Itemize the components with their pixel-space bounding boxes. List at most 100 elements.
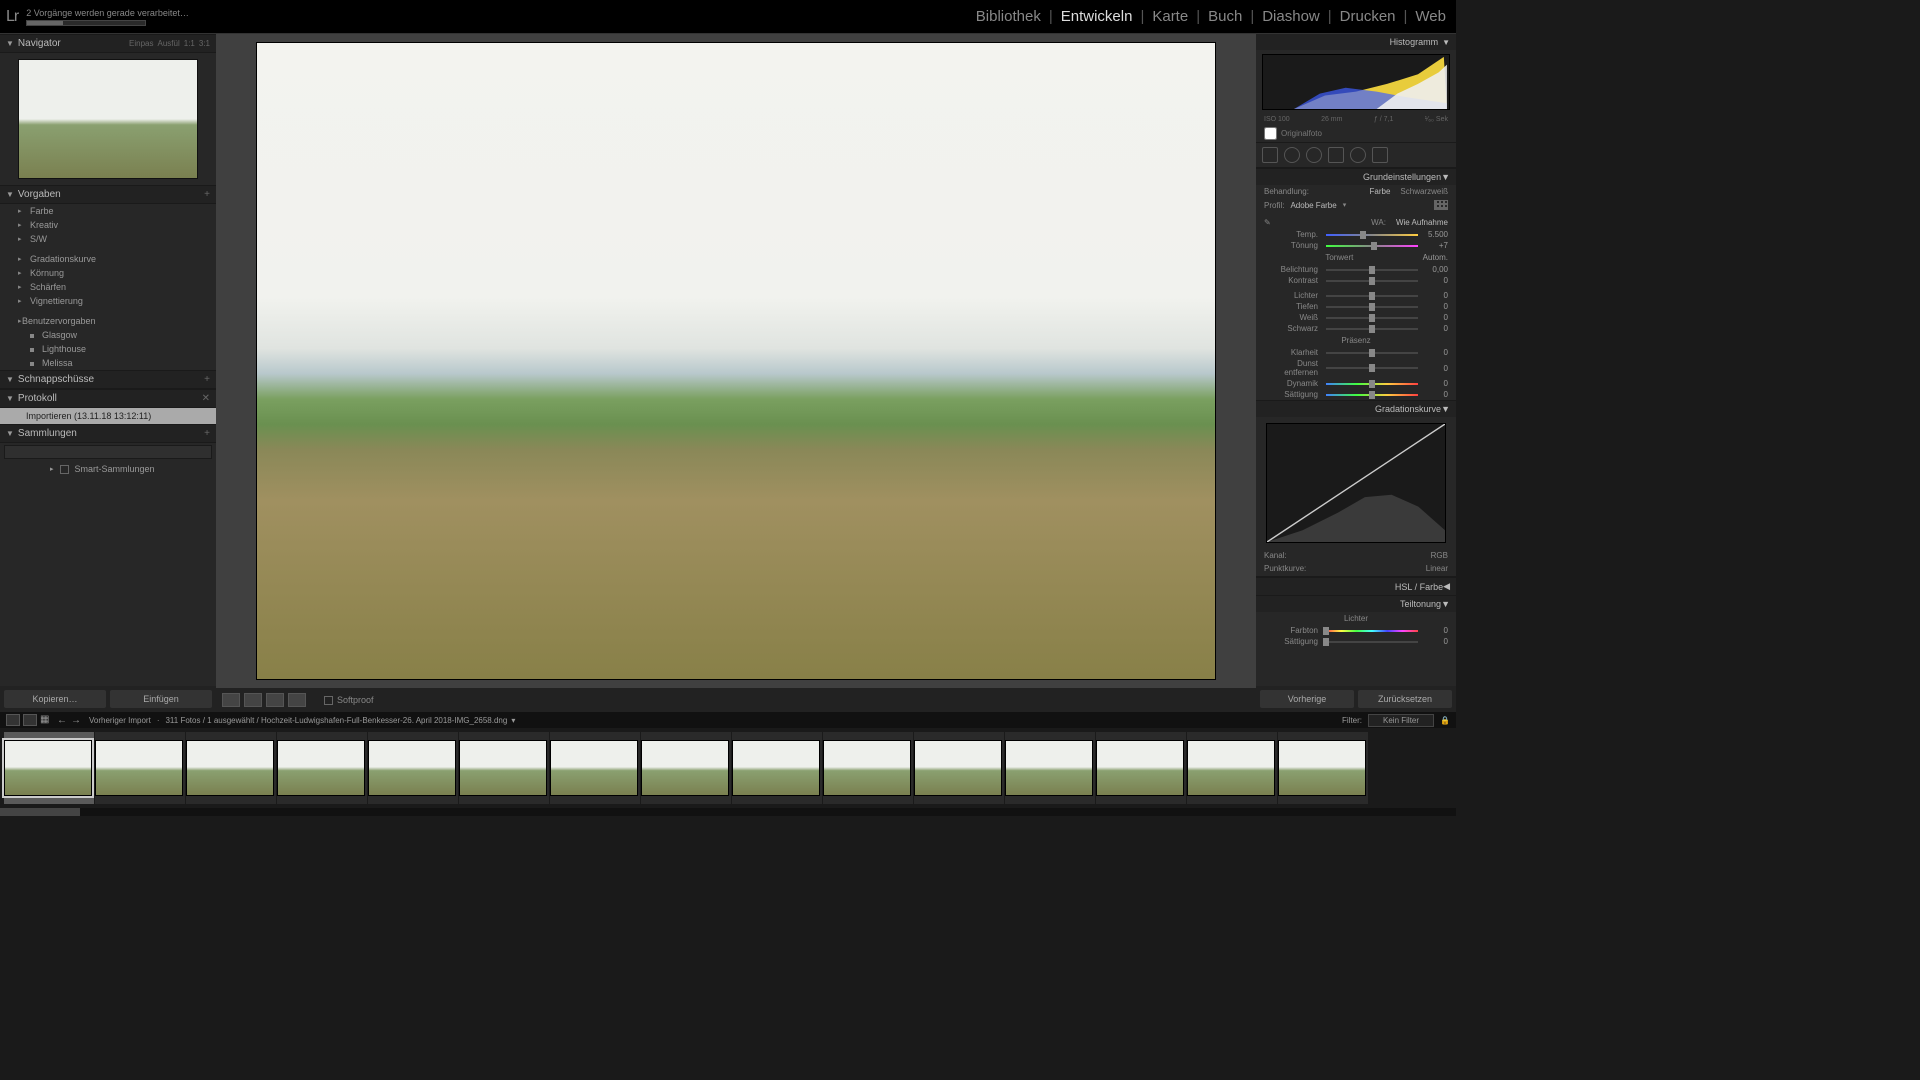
main-window-icon[interactable] — [6, 714, 20, 726]
filmstrip-thumb[interactable] — [1005, 732, 1095, 804]
preset-item[interactable]: Melissa — [0, 356, 216, 370]
preset-group[interactable]: Schärfen — [0, 280, 216, 294]
filmstrip-thumb[interactable] — [368, 732, 458, 804]
profile-browser-icon[interactable] — [1434, 200, 1448, 210]
preset-group[interactable]: Farbe — [0, 204, 216, 218]
filmstrip-thumb[interactable] — [186, 732, 276, 804]
histogram[interactable] — [1262, 54, 1450, 110]
tint-slider[interactable]: Tönung+7 — [1256, 240, 1456, 251]
collection-search[interactable] — [4, 445, 212, 459]
filmstrip[interactable] — [0, 728, 1456, 808]
reset-button[interactable]: Zurücksetzen — [1358, 690, 1452, 708]
grid-mode-icon[interactable]: ▦ — [40, 714, 50, 726]
preset-group[interactable]: Vignettierung — [0, 294, 216, 308]
module-slideshow[interactable]: Diashow — [1258, 8, 1324, 25]
vibrance-slider[interactable]: Dynamik0 — [1256, 378, 1456, 389]
loupe-view[interactable] — [216, 34, 1256, 688]
wb-dropdown[interactable]: Wie Aufnahme — [1396, 218, 1448, 227]
grid-icon[interactable] — [266, 693, 284, 707]
paste-button[interactable]: Einfügen — [110, 690, 212, 708]
filmstrip-thumb[interactable] — [1096, 732, 1186, 804]
loupe-icon[interactable] — [222, 693, 240, 707]
before-after-icon[interactable] — [244, 693, 262, 707]
preset-item[interactable]: Glasgow — [0, 328, 216, 342]
preset-user-group[interactable]: Benutzervorgaben — [0, 314, 216, 328]
module-print[interactable]: Drucken — [1336, 8, 1400, 25]
presets-header[interactable]: ▼Vorgaben+ — [0, 185, 216, 204]
snapshots-header[interactable]: ▼Schnappschüsse+ — [0, 370, 216, 389]
original-check[interactable] — [1264, 127, 1277, 140]
temp-slider[interactable]: Temp.5.500 — [1256, 229, 1456, 240]
filter-dropdown[interactable]: Kein Filter — [1368, 714, 1434, 727]
previous-button[interactable]: Vorherige — [1260, 690, 1354, 708]
gradient-tool-icon[interactable] — [1328, 147, 1344, 163]
curve-header[interactable]: Gradationskurve▼ — [1256, 400, 1456, 417]
module-web[interactable]: Web — [1411, 8, 1450, 25]
filmstrip-thumb[interactable] — [4, 732, 94, 804]
nav-fwd-icon[interactable]: → — [71, 715, 81, 726]
wb-picker-icon[interactable]: ✎ — [1264, 218, 1271, 227]
second-window-icon[interactable] — [23, 714, 37, 726]
smart-collections[interactable]: ▸Smart-Sammlungen — [0, 461, 216, 477]
auto-tone[interactable]: Autom. — [1423, 253, 1448, 262]
tone-curve[interactable] — [1266, 423, 1446, 543]
module-book[interactable]: Buch — [1204, 8, 1246, 25]
presets-list: Farbe Kreativ S/W Gradationskurve Körnun… — [0, 204, 216, 370]
preset-item[interactable]: Lighthouse — [0, 342, 216, 356]
filter-lock-icon[interactable]: 🔒 — [1440, 716, 1450, 725]
filmstrip-thumb[interactable] — [277, 732, 367, 804]
crop-tool-icon[interactable] — [1262, 147, 1278, 163]
filmstrip-thumb[interactable] — [914, 732, 1004, 804]
profile-row[interactable]: Profil: Adobe Farbe ▾ — [1256, 198, 1456, 212]
module-map[interactable]: Karte — [1148, 8, 1192, 25]
preset-group[interactable]: Körnung — [0, 266, 216, 280]
contrast-slider[interactable]: Kontrast0 — [1256, 275, 1456, 286]
nav-back-icon[interactable]: ← — [57, 715, 67, 726]
shadows-slider[interactable]: Tiefen0 — [1256, 301, 1456, 312]
module-library[interactable]: Bibliothek — [972, 8, 1045, 25]
softproof-check[interactable] — [324, 696, 333, 705]
split-header[interactable]: Teiltonung▼ — [1256, 595, 1456, 612]
dehaze-slider[interactable]: Dunst entfernen0 — [1256, 358, 1456, 378]
filmstrip-thumb[interactable] — [550, 732, 640, 804]
filmstrip-thumb[interactable] — [95, 732, 185, 804]
filmstrip-thumb[interactable] — [1278, 732, 1368, 804]
clarity-slider[interactable]: Klarheit0 — [1256, 347, 1456, 358]
navigator-preview[interactable] — [18, 59, 198, 179]
filmstrip-thumb[interactable] — [459, 732, 549, 804]
preset-group[interactable]: Gradationskurve — [0, 252, 216, 266]
treatment-color[interactable]: Farbe — [1370, 187, 1391, 196]
curve-channel[interactable]: RGB — [1431, 551, 1448, 560]
blacks-slider[interactable]: Schwarz0 — [1256, 323, 1456, 334]
brush-tool-icon[interactable] — [1372, 147, 1388, 163]
preset-group[interactable]: Kreativ — [0, 218, 216, 232]
copy-button[interactable]: Kopieren… — [4, 690, 106, 708]
curve-preset[interactable]: Linear — [1426, 564, 1448, 573]
redeye-tool-icon[interactable] — [1306, 147, 1322, 163]
radial-tool-icon[interactable] — [1350, 147, 1366, 163]
spot-tool-icon[interactable] — [1284, 147, 1300, 163]
filmstrip-scrollbar[interactable] — [0, 808, 1456, 816]
navigator-header[interactable]: ▼Navigator Einpas Ausfül 1:1 3:1 — [0, 34, 216, 53]
collections-header[interactable]: ▼Sammlungen+ — [0, 424, 216, 443]
view-options-icon[interactable] — [288, 693, 306, 707]
histogram-header[interactable]: Histogramm▼ — [1256, 34, 1456, 50]
preset-group[interactable]: S/W — [0, 232, 216, 246]
treatment-bw[interactable]: Schwarzweiß — [1400, 187, 1448, 196]
hsl-header[interactable]: HSL / Farbe◀ — [1256, 577, 1456, 595]
filmstrip-thumb[interactable] — [732, 732, 822, 804]
filmstrip-thumb[interactable] — [1187, 732, 1277, 804]
whites-slider[interactable]: Weiß0 — [1256, 312, 1456, 323]
filmstrip-thumb[interactable] — [641, 732, 731, 804]
protocol-header[interactable]: ▼Protokoll✕ — [0, 389, 216, 408]
saturation-slider[interactable]: Sättigung0 — [1256, 389, 1456, 400]
source-label[interactable]: Vorheriger Import — [89, 716, 151, 725]
highlights-slider[interactable]: Lichter0 — [1256, 290, 1456, 301]
module-develop[interactable]: Entwickeln — [1057, 8, 1137, 25]
basic-header[interactable]: Grundeinstellungen▼ — [1256, 168, 1456, 185]
split-sat-slider[interactable]: Sättigung0 — [1256, 636, 1456, 647]
filmstrip-thumb[interactable] — [823, 732, 913, 804]
protocol-item[interactable]: Importieren (13.11.18 13:12:11) — [0, 408, 216, 424]
exposure-slider[interactable]: Belichtung0,00 — [1256, 264, 1456, 275]
split-hue-slider[interactable]: Farbton0 — [1256, 625, 1456, 636]
